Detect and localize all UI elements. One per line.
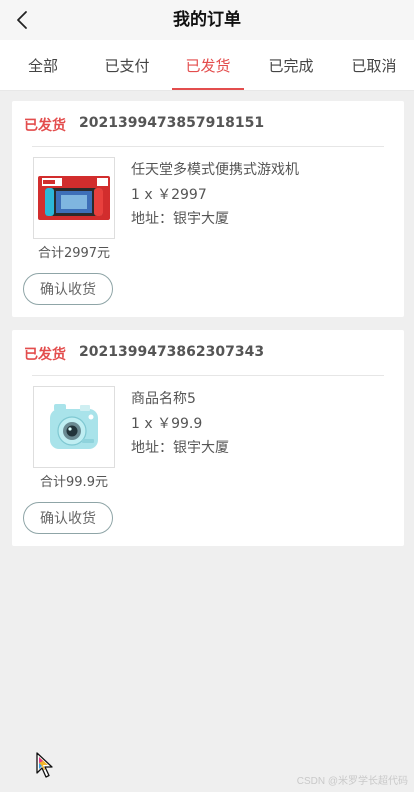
order-total: 合计99.9元 bbox=[40, 475, 108, 490]
order-number: 2021399473862307343 bbox=[79, 344, 265, 360]
tab-paid[interactable]: 已支付 bbox=[86, 40, 168, 90]
watermark: CSDN @米罗学长超代码 bbox=[296, 776, 408, 787]
tab-cancelled[interactable]: 已取消 bbox=[334, 40, 414, 90]
tab-completed[interactable]: 已完成 bbox=[248, 40, 334, 90]
product-quantity-price: 1 x ￥2997 bbox=[131, 187, 207, 203]
confirm-receipt-button[interactable]: 确认收货 bbox=[23, 502, 113, 534]
instant-camera-image bbox=[50, 404, 98, 449]
active-tab-indicator bbox=[172, 88, 244, 90]
game-console-image bbox=[38, 176, 110, 220]
confirm-receipt-button[interactable]: 确认收货 bbox=[23, 273, 113, 305]
order-status: 已发货 bbox=[24, 347, 66, 363]
order-number: 2021399473857918151 bbox=[79, 115, 265, 131]
top-bar: 我的订单 bbox=[0, 0, 414, 40]
product-name: 商品名称5 bbox=[131, 391, 196, 407]
tab-all[interactable]: 全部 bbox=[0, 40, 86, 90]
order-total: 合计2997元 bbox=[37, 246, 111, 261]
product-thumbnail[interactable] bbox=[33, 386, 115, 468]
divider bbox=[32, 375, 384, 376]
product-quantity-price: 1 x ￥99.9 bbox=[131, 416, 203, 432]
product-thumbnail[interactable] bbox=[33, 157, 115, 239]
mouse-cursor-icon bbox=[36, 752, 53, 778]
order-card: 已发货 2021399473862307343 商品名称5 1 x ￥99.9 … bbox=[12, 330, 404, 546]
divider bbox=[32, 146, 384, 147]
tab-shipped[interactable]: 已发货 bbox=[168, 40, 248, 90]
product-address: 地址：银宇大厦 bbox=[131, 211, 229, 227]
product-name: 任天堂多模式便携式游戏机 bbox=[131, 162, 299, 178]
order-card: 已发货 2021399473857918151 任天堂多模式便携式游戏机 1 x… bbox=[12, 101, 404, 317]
page-title: 我的订单 bbox=[173, 10, 241, 30]
order-status: 已发货 bbox=[24, 118, 66, 134]
order-tabs: 全部 已支付 已发货 已完成 已取消 bbox=[0, 40, 414, 91]
product-address: 地址：银宇大厦 bbox=[131, 440, 229, 456]
